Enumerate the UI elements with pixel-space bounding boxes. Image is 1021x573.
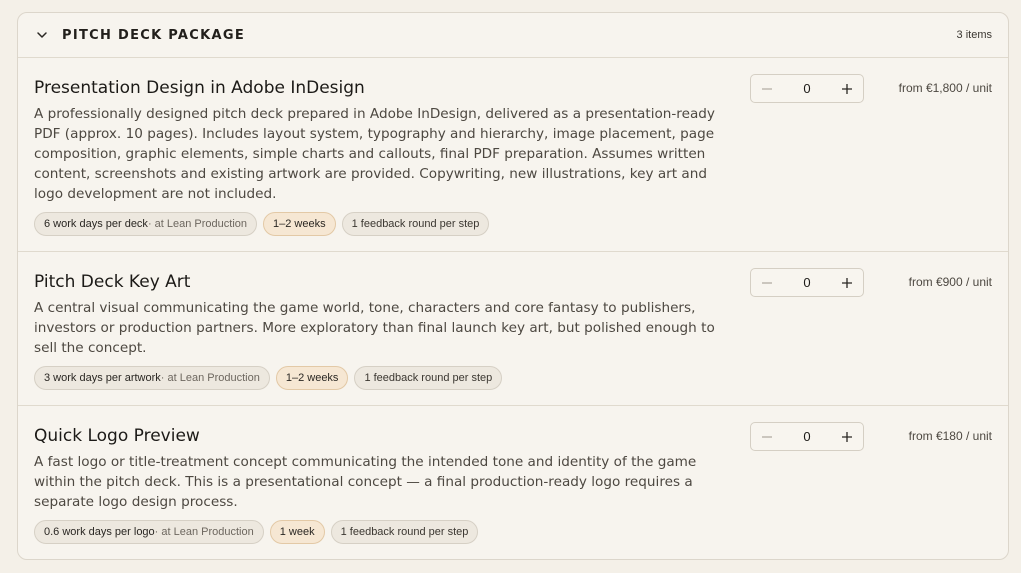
timeline-badge: 1 week <box>269 520 325 544</box>
quantity-stepper: 0 <box>750 422 864 451</box>
feedback-badge: 1 feedback round per step <box>341 212 490 236</box>
timeline-badge: 1–2 weeks <box>263 212 336 236</box>
service-item-logo-preview: Quick Logo Preview A fast logo or title-… <box>18 406 1008 559</box>
effort-tier: · at Lean Production <box>147 218 248 230</box>
effort-text: 6 work days per deck <box>44 218 148 230</box>
item-tags: 3 work days per artwork · at Lean Produc… <box>34 366 992 390</box>
plus-icon[interactable] <box>831 269 863 296</box>
effort-tier: · at Lean Production <box>154 526 254 538</box>
plus-icon[interactable] <box>831 423 863 450</box>
timeline-badge: 1–2 weeks <box>275 366 349 390</box>
plus-icon[interactable] <box>831 75 863 102</box>
effort-text: 0.6 work days per logo <box>44 526 155 538</box>
effort-text: 3 work days per artwork <box>44 372 161 384</box>
quantity-value[interactable]: 0 <box>783 275 831 290</box>
item-description: A professionally designed pitch deck pre… <box>34 106 715 202</box>
chevron-down-icon[interactable] <box>36 29 48 41</box>
quantity-value[interactable]: 0 <box>783 429 831 444</box>
minus-icon[interactable] <box>751 75 783 102</box>
section-title: PITCH DECK PACKAGE <box>62 27 246 43</box>
quantity-value[interactable]: 0 <box>783 81 831 96</box>
item-tags: 6 work days per deck · at Lean Productio… <box>34 212 992 236</box>
minus-icon[interactable] <box>751 269 783 296</box>
unit-price: from €900 / unit <box>908 275 992 289</box>
service-item-presentation-design: Presentation Design in Adobe InDesign A … <box>18 58 1008 252</box>
item-count: 3 items <box>956 29 992 41</box>
effort-tier: · at Lean Production <box>160 372 260 384</box>
item-description: A central visual communicating the game … <box>34 300 715 356</box>
feedback-badge: 1 feedback round per step <box>330 520 479 544</box>
feedback-badge: 1 feedback round per step <box>354 366 503 390</box>
minus-icon[interactable] <box>751 423 783 450</box>
quantity-stepper: 0 <box>750 74 864 103</box>
unit-price: from €180 / unit <box>908 429 992 443</box>
effort-badge: 0.6 work days per logo · at Lean Product… <box>34 520 264 544</box>
section-header[interactable]: PITCH DECK PACKAGE 3 items <box>18 13 1008 58</box>
pitch-deck-package-panel: PITCH DECK PACKAGE 3 items Presentation … <box>17 12 1009 560</box>
item-description: A fast logo or title-treatment concept c… <box>34 454 697 510</box>
item-tags: 0.6 work days per logo · at Lean Product… <box>34 520 992 544</box>
service-item-key-art: Pitch Deck Key Art A central visual comm… <box>18 252 1008 406</box>
effort-badge: 3 work days per artwork · at Lean Produc… <box>34 366 270 390</box>
unit-price: from €1,800 / unit <box>898 81 992 95</box>
effort-badge: 6 work days per deck · at Lean Productio… <box>34 212 258 236</box>
quantity-stepper: 0 <box>750 268 864 297</box>
